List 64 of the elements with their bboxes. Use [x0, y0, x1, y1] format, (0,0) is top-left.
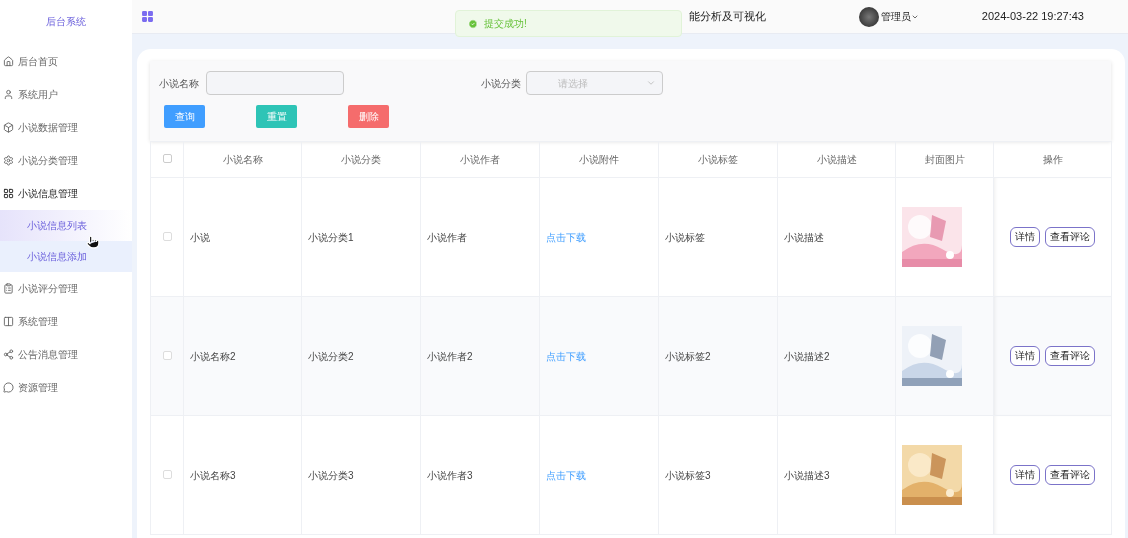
menu-item[interactable]: 小说评分管理 — [0, 272, 132, 305]
row-button[interactable]: 查看评论 — [1045, 346, 1095, 366]
table-cell: 小说作者3 — [427, 469, 473, 481]
row-button[interactable]: 详情 — [1010, 346, 1040, 366]
cursor-icon — [86, 235, 100, 249]
user-icon — [3, 89, 14, 100]
chevron-icon — [646, 78, 656, 88]
row-button[interactable]: 查看评论 — [1045, 465, 1095, 485]
table-cell: 小说分类2 — [308, 350, 354, 362]
row-button[interactable]: 详情 — [1010, 465, 1040, 485]
menu-item[interactable]: 公告消息管理 — [0, 338, 132, 371]
row-button[interactable]: 查看评论 — [1045, 227, 1095, 247]
field-label: 小说名称 — [159, 76, 199, 91]
checkbox[interactable] — [162, 231, 172, 241]
column-header: 小说名称 — [183, 141, 302, 178]
columns-icon — [3, 316, 14, 327]
menu-item[interactable]: 系统用户 — [0, 78, 132, 111]
checkbox[interactable] — [162, 350, 172, 360]
column-header: 操作 — [993, 141, 1112, 178]
box-icon — [3, 122, 14, 133]
menu-item[interactable]: 小说分类管理 — [0, 144, 132, 177]
field-label: 小说分类 — [481, 76, 521, 91]
column-header: 小说标签 — [658, 141, 778, 178]
menu-item[interactable]: 资源管理 — [0, 371, 132, 404]
name-input[interactable] — [206, 71, 344, 95]
table-cell: 小说作者 — [427, 231, 467, 243]
menu-icon[interactable] — [141, 10, 154, 23]
toast-message: 提交成功! — [484, 17, 527, 31]
table-cell: 小说 — [190, 231, 210, 243]
menu-item[interactable]: 后台首页 — [0, 45, 132, 78]
check-icon — [468, 18, 478, 29]
column-header: 小说分类 — [301, 141, 421, 178]
datetime: 2024-03-22 19:27:43 — [981, 9, 1084, 25]
table-cell: 小说名称3 — [190, 469, 236, 481]
column-header: 小说附件 — [539, 141, 659, 178]
checkbox[interactable] — [162, 154, 172, 163]
table-cell: 小说分类1 — [308, 231, 354, 243]
grid-icon — [3, 188, 14, 199]
gear-icon — [3, 155, 14, 166]
chat-icon — [3, 382, 14, 393]
column-header: 封面图片 — [895, 141, 994, 178]
clipboard-icon — [3, 283, 14, 294]
table-cell: 小说作者2 — [427, 350, 473, 362]
table-cell: 小说标签 — [665, 231, 705, 243]
column-header: 小说描述 — [777, 141, 896, 178]
table-cell: 小说描述2 — [784, 350, 830, 362]
user-menu[interactable]: 管理员 — [881, 9, 919, 24]
table-cell: 小说标签3 — [665, 469, 711, 481]
menu-item[interactable]: 小说数据管理 — [0, 111, 132, 144]
menu-item[interactable]: 系统管理 — [0, 305, 132, 338]
checkbox[interactable] — [162, 469, 172, 479]
menu-item[interactable]: 小说信息管理 — [0, 177, 132, 210]
table-cell: 小说标签2 — [665, 350, 711, 362]
avatar — [859, 6, 879, 27]
table-cell: 小说描述 — [784, 231, 824, 243]
home-icon — [3, 56, 14, 67]
table-cell: 小说分类3 — [308, 469, 354, 481]
header-title: 能分析及可视化 — [689, 9, 766, 25]
row-button[interactable]: 详情 — [1010, 227, 1040, 247]
column-header: 小说作者 — [420, 141, 540, 178]
table-cell: 小说名称2 — [190, 350, 236, 362]
share-icon — [3, 349, 14, 360]
table-cell: 小说描述3 — [784, 469, 830, 481]
sidebar-title: 后台系统 — [45, 14, 87, 29]
